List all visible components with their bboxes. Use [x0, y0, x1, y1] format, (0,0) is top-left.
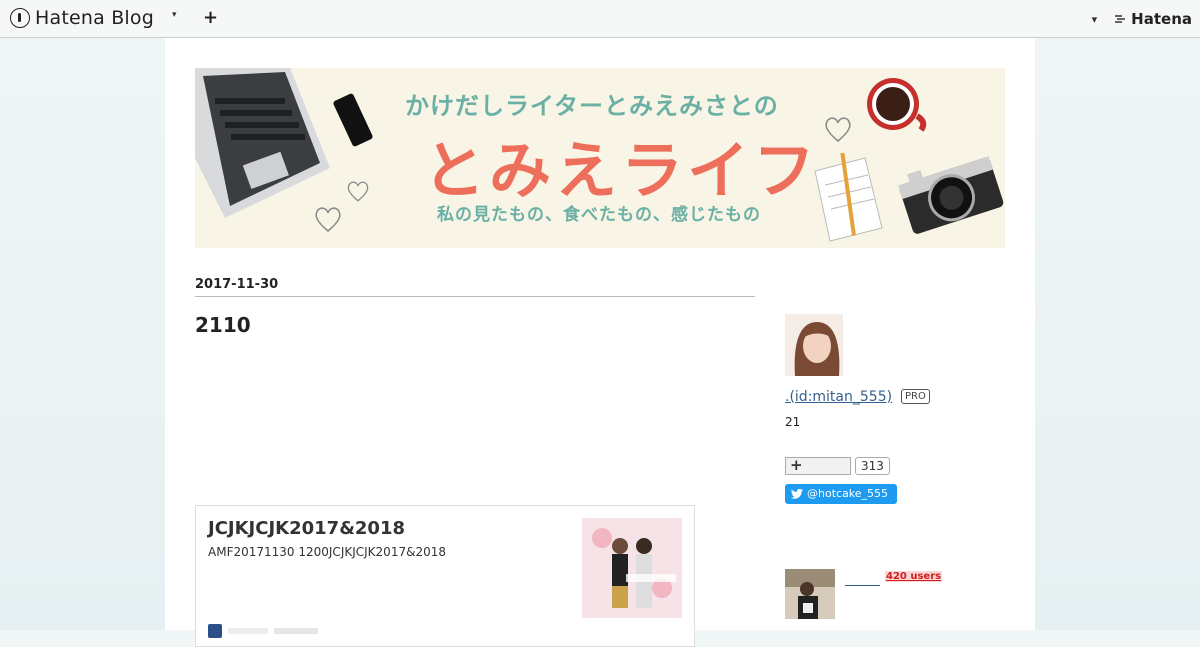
chevron-down-icon[interactable]: ▾ — [1092, 13, 1098, 26]
twitter-icon — [791, 489, 803, 499]
subscriber-count[interactable]: 313 — [855, 457, 890, 475]
profile-photo — [785, 314, 843, 376]
bookmark-users-badge[interactable]: 420 users — [885, 571, 943, 582]
embedded-link-card[interactable]: JCJKJCJK2017&2018 AMF20171130 1200JCJKJC… — [195, 505, 695, 647]
smartphone-illustration — [333, 93, 373, 147]
embed-source — [228, 628, 268, 634]
blog-caption: 私の見たもの、食べたもの、感じたもの — [437, 205, 761, 225]
notepad-illustration — [814, 153, 883, 242]
bookmark-icon[interactable] — [208, 624, 222, 638]
date-divider — [195, 296, 755, 297]
hatena-blog-logo[interactable]: Hatena Blog — [10, 7, 154, 29]
logo-text: Hatena Blog — [35, 7, 154, 29]
twitter-follow-button[interactable]: @hotcake_555 — [785, 484, 897, 504]
plus-icon: + — [790, 456, 803, 474]
embed-meta — [274, 628, 318, 634]
subscribe-button[interactable]: + — [785, 456, 851, 475]
embed-thumbnail-image — [582, 518, 682, 618]
related-entry-image — [785, 569, 835, 619]
hatena-account-menu[interactable]: ▾ Hatena — [1092, 10, 1192, 28]
avatar[interactable] — [785, 314, 843, 376]
twitter-handle: @hotcake_555 — [807, 487, 889, 500]
blog-subtitle: かけだしライターとみえみさとの — [405, 92, 779, 120]
profile-count: 21 — [785, 415, 801, 429]
heart-icon — [825, 117, 851, 142]
global-header: Hatena Blog ▾ + ▾ Hatena — [0, 0, 1200, 38]
blog-page: かけだしライターとみえみさとの とみえライフ 私の見たもの、食べたもの、感じたも… — [165, 38, 1035, 647]
blog-header-banner[interactable]: かけだしライターとみえみさとの とみえライフ 私の見たもの、食べたもの、感じたも… — [195, 68, 1005, 248]
hatena-logo-icon — [1115, 15, 1126, 23]
embed-title[interactable]: JCJKJCJK2017&2018 — [208, 518, 405, 539]
heart-icon — [315, 207, 341, 232]
entry-date[interactable]: 2017-11-30 — [195, 277, 278, 292]
add-icon[interactable]: + — [203, 7, 218, 28]
chevron-down-icon[interactable]: ▾ — [172, 10, 177, 20]
blog-title: とみえライフ — [423, 134, 820, 207]
related-entry-link[interactable] — [845, 571, 880, 586]
heart-icon — [347, 181, 369, 202]
embed-footer — [208, 624, 318, 638]
profile-link[interactable]: .(id:mitan_555) — [785, 389, 892, 405]
pro-badge: PRO — [901, 389, 930, 404]
embed-thumbnail[interactable] — [582, 518, 682, 618]
camera-illustration — [898, 156, 1004, 234]
coffee-cup-illustration — [867, 78, 927, 132]
hatena-logo-text: Hatena — [1131, 10, 1192, 28]
entry-title[interactable]: 2110 — [195, 313, 251, 337]
embed-description: AMF20171130 1200JCJKJCJK2017&2018 — [208, 545, 446, 559]
related-entry-thumbnail[interactable] — [785, 569, 835, 619]
hatena-blog-icon — [10, 8, 30, 28]
